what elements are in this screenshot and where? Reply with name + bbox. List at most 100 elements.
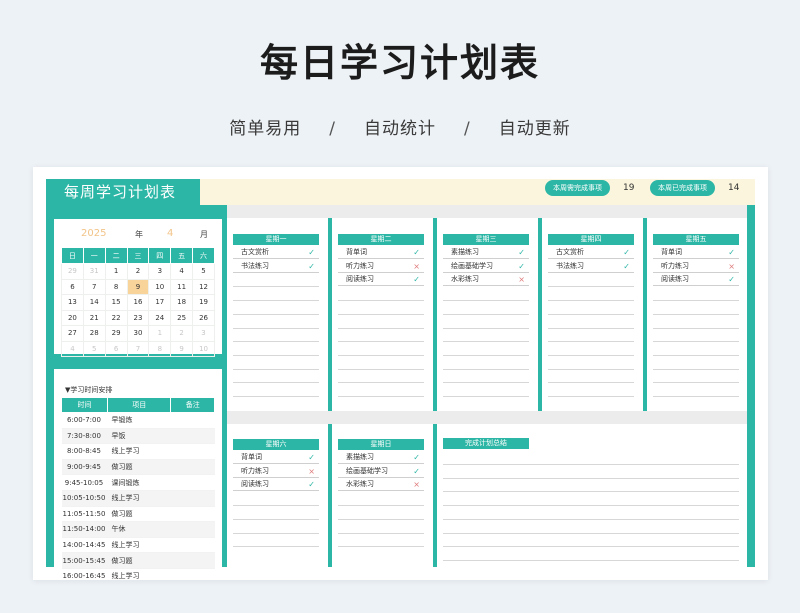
summary-line[interactable] bbox=[443, 532, 739, 534]
empty-task-line[interactable] bbox=[338, 300, 424, 302]
check-icon[interactable]: ✓ bbox=[308, 246, 315, 259]
task-item[interactable]: 听力练习 × bbox=[338, 260, 424, 273]
empty-task-line[interactable] bbox=[338, 546, 424, 548]
check-icon[interactable]: ✓ bbox=[623, 260, 630, 273]
schedule-note[interactable] bbox=[170, 474, 215, 491]
task-item[interactable]: 背单词 ✓ bbox=[653, 246, 739, 259]
schedule-note[interactable] bbox=[170, 521, 215, 538]
empty-task-line[interactable] bbox=[338, 532, 424, 534]
schedule-item[interactable]: 线上学习 bbox=[107, 490, 171, 507]
empty-task-line[interactable] bbox=[233, 382, 319, 384]
calendar-day[interactable]: 13 bbox=[61, 294, 84, 311]
schedule-time[interactable]: 11:50-14:00 bbox=[61, 521, 108, 538]
calendar-day[interactable]: 18 bbox=[170, 294, 194, 311]
task-item[interactable]: 背单词 ✓ bbox=[233, 451, 319, 464]
check-icon[interactable]: ✓ bbox=[308, 451, 315, 464]
schedule-time[interactable]: 7:30-8:00 bbox=[61, 428, 108, 445]
calendar-day[interactable]: 30 bbox=[126, 325, 150, 342]
schedule-time[interactable]: 16:00-16:45 bbox=[61, 568, 108, 580]
cross-icon[interactable]: × bbox=[413, 260, 420, 273]
calendar-day[interactable]: 25 bbox=[170, 309, 194, 326]
empty-task-line[interactable] bbox=[653, 327, 739, 329]
calendar-day[interactable]: 7 bbox=[126, 340, 150, 357]
calendar-day[interactable]: 8 bbox=[148, 340, 172, 357]
empty-task-line[interactable] bbox=[548, 313, 634, 315]
schedule-item[interactable]: 线上学习 bbox=[107, 568, 171, 580]
empty-task-line[interactable] bbox=[548, 341, 634, 343]
empty-task-line[interactable] bbox=[653, 382, 739, 384]
summary-line[interactable] bbox=[443, 505, 739, 507]
schedule-item[interactable]: 做习题 bbox=[107, 506, 171, 523]
calendar-day[interactable]: 12 bbox=[192, 278, 215, 295]
schedule-note[interactable] bbox=[170, 490, 215, 507]
empty-task-line[interactable] bbox=[233, 546, 319, 548]
summary-line[interactable] bbox=[443, 491, 739, 493]
empty-task-line[interactable] bbox=[233, 396, 319, 397]
calendar-day[interactable]: 22 bbox=[104, 309, 128, 326]
task-item[interactable]: 阅读练习 ✓ bbox=[653, 273, 739, 287]
check-icon[interactable]: ✓ bbox=[623, 246, 630, 259]
empty-task-line[interactable] bbox=[233, 354, 319, 356]
schedule-note[interactable] bbox=[170, 459, 215, 476]
empty-task-line[interactable] bbox=[233, 368, 319, 370]
check-icon[interactable]: ✓ bbox=[518, 246, 525, 259]
summary-line[interactable] bbox=[443, 477, 739, 479]
task-item[interactable]: 水彩练习 × bbox=[443, 273, 529, 287]
task-item[interactable]: 水彩练习 × bbox=[338, 478, 424, 492]
empty-task-line[interactable] bbox=[338, 341, 424, 343]
task-item[interactable]: 古文赏析 ✓ bbox=[548, 246, 634, 259]
schedule-time[interactable]: 9:45-10:05 bbox=[61, 474, 108, 491]
schedule-item[interactable]: 午休 bbox=[107, 521, 171, 538]
schedule-item[interactable]: 线上学习 bbox=[107, 443, 171, 460]
schedule-note[interactable] bbox=[170, 568, 215, 580]
calendar-day[interactable]: 10 bbox=[192, 340, 215, 357]
empty-task-line[interactable] bbox=[233, 286, 319, 288]
empty-task-line[interactable] bbox=[653, 368, 739, 370]
calendar-day[interactable]: 17 bbox=[148, 294, 172, 311]
calendar-day[interactable]: 7 bbox=[82, 278, 106, 295]
calendar-day[interactable]: 15 bbox=[104, 294, 128, 311]
calendar-day[interactable]: 4 bbox=[170, 263, 194, 280]
check-icon[interactable]: ✓ bbox=[728, 246, 735, 259]
task-item[interactable]: 素描练习 ✓ bbox=[338, 451, 424, 464]
schedule-time[interactable]: 8:00-8:45 bbox=[61, 443, 108, 460]
empty-task-line[interactable] bbox=[338, 518, 424, 520]
cross-icon[interactable]: × bbox=[308, 465, 315, 478]
summary-line[interactable] bbox=[443, 546, 739, 548]
empty-task-line[interactable] bbox=[653, 396, 739, 397]
empty-task-line[interactable] bbox=[548, 368, 634, 370]
schedule-item[interactable]: 做习题 bbox=[107, 552, 171, 569]
calendar-day[interactable]: 24 bbox=[148, 309, 172, 326]
empty-task-line[interactable] bbox=[338, 396, 424, 397]
empty-task-line[interactable] bbox=[548, 286, 634, 288]
schedule-time[interactable]: 15:00-15:45 bbox=[61, 552, 108, 569]
calendar-day[interactable]: 21 bbox=[82, 309, 106, 326]
empty-task-line[interactable] bbox=[548, 354, 634, 356]
empty-task-line[interactable] bbox=[548, 396, 634, 397]
empty-task-line[interactable] bbox=[338, 505, 424, 507]
cross-icon[interactable]: × bbox=[728, 260, 735, 273]
schedule-item[interactable]: 做习题 bbox=[107, 459, 171, 476]
empty-task-line[interactable] bbox=[653, 313, 739, 315]
calendar-day[interactable]: 14 bbox=[82, 294, 106, 311]
calendar-day[interactable]: 19 bbox=[192, 294, 215, 311]
empty-task-line[interactable] bbox=[338, 368, 424, 370]
empty-task-line[interactable] bbox=[653, 300, 739, 302]
empty-task-line[interactable] bbox=[443, 396, 529, 397]
check-icon[interactable]: ✓ bbox=[413, 273, 420, 286]
calendar-day[interactable]: 16 bbox=[126, 294, 150, 311]
task-item[interactable]: 绘画基础学习 ✓ bbox=[338, 465, 424, 478]
schedule-item[interactable]: 课间锻炼 bbox=[107, 474, 171, 491]
empty-task-line[interactable] bbox=[233, 341, 319, 343]
calendar-day[interactable]: 28 bbox=[82, 325, 106, 342]
calendar-day[interactable]: 20 bbox=[61, 309, 84, 326]
calendar-year[interactable]: 2025 bbox=[81, 228, 106, 239]
task-item[interactable]: 阅读练习 ✓ bbox=[233, 478, 319, 492]
schedule-item[interactable]: 早锻炼 bbox=[107, 412, 171, 429]
cross-icon[interactable]: × bbox=[518, 273, 525, 286]
calendar-day[interactable]: 10 bbox=[148, 278, 172, 295]
calendar-day[interactable]: 27 bbox=[61, 325, 84, 342]
task-item[interactable]: 书法练习 ✓ bbox=[548, 260, 634, 273]
empty-task-line[interactable] bbox=[443, 327, 529, 329]
summary-line[interactable] bbox=[443, 518, 739, 520]
